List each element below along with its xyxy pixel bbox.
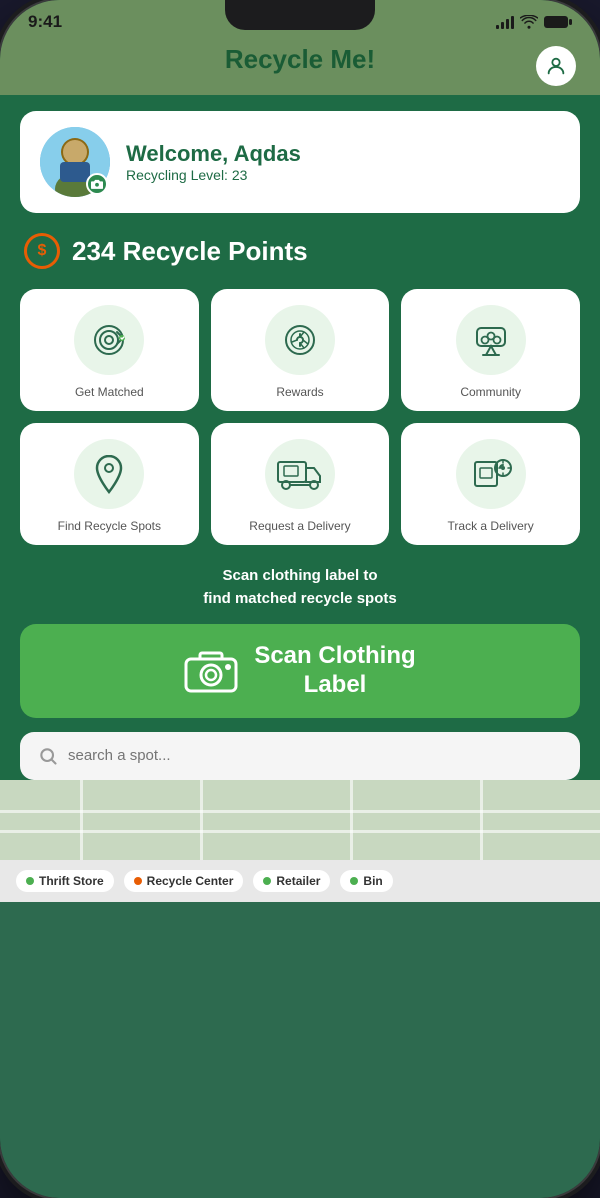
find-spots-icon-circle: [74, 439, 144, 509]
camera-scan-icon: [184, 649, 238, 693]
retailer-dot: [263, 877, 271, 885]
thrift-store-tag[interactable]: Thrift Store: [16, 870, 114, 892]
status-icons: [496, 15, 572, 29]
community-card[interactable]: Community: [401, 289, 580, 411]
get-matched-card[interactable]: Get Matched: [20, 289, 199, 411]
main-content: Welcome, Aqdas Recycling Level: 23 $ 234…: [0, 95, 600, 780]
community-icon: [469, 318, 513, 362]
retailer-tag[interactable]: Retailer: [253, 870, 330, 892]
fingerprint-icon: [87, 318, 131, 362]
delivery-icon-circle: [265, 439, 335, 509]
signal-icon: [496, 15, 514, 29]
camera-badge[interactable]: [86, 173, 108, 195]
rewards-icon-circle: [265, 305, 335, 375]
track-icon-circle: [456, 439, 526, 509]
find-recycle-spots-card[interactable]: Find Recycle Spots: [20, 423, 199, 545]
search-bar: [20, 732, 580, 780]
status-time: 9:41: [28, 12, 62, 32]
welcome-card: Welcome, Aqdas Recycling Level: 23: [20, 111, 580, 213]
phone-screen: 9:41: [0, 0, 600, 1198]
points-text: 234 Recycle Points: [72, 236, 308, 267]
grid-section-bottom: Find Recycle Spots Reque: [20, 423, 580, 545]
find-recycle-spots-label: Find Recycle Spots: [58, 519, 161, 533]
map-tags-bar: Thrift Store Recycle Center Retailer Bin: [0, 860, 600, 902]
truck-icon: [276, 456, 324, 492]
recycle-center-label: Recycle Center: [147, 874, 234, 888]
scan-description: Scan clothing label tofind matched recyc…: [20, 565, 580, 610]
scan-section: Scan clothing label tofind matched recyc…: [20, 565, 580, 718]
thrift-store-dot: [26, 877, 34, 885]
recycling-level: Recycling Level: 23: [126, 167, 301, 183]
grid-section-top: Get Matched Rewards: [20, 289, 580, 411]
bin-tag[interactable]: Bin: [340, 870, 392, 892]
points-icon: $: [24, 233, 60, 269]
points-section: $ 234 Recycle Points: [20, 233, 580, 269]
track-delivery-label: Track a Delivery: [448, 519, 534, 533]
app-title: Recycle Me!: [225, 44, 375, 75]
get-matched-icon-circle: [74, 305, 144, 375]
bin-dot: [350, 877, 358, 885]
wifi-icon: [520, 15, 538, 29]
request-delivery-label: Request a Delivery: [249, 519, 350, 533]
avatar-wrapper: [40, 127, 110, 197]
track-delivery-icon: [467, 452, 515, 496]
map-strip: [0, 780, 600, 860]
community-label: Community: [460, 385, 521, 399]
phone-frame: 9:41: [0, 0, 600, 1198]
profile-button[interactable]: [536, 46, 576, 86]
app-header: Recycle Me!: [0, 36, 600, 95]
get-matched-label: Get Matched: [75, 385, 144, 399]
recycle-center-tag[interactable]: Recycle Center: [124, 870, 244, 892]
person-icon: [545, 55, 567, 77]
battery-icon: [544, 15, 572, 29]
welcome-text: Welcome, Aqdas Recycling Level: 23: [126, 141, 301, 183]
track-delivery-card[interactable]: Track a Delivery: [401, 423, 580, 545]
rewards-icon: [278, 318, 322, 362]
search-input[interactable]: [68, 747, 562, 764]
welcome-greeting: Welcome, Aqdas: [126, 141, 301, 167]
community-icon-circle: [456, 305, 526, 375]
camera-icon: [91, 179, 103, 189]
retailer-label: Retailer: [276, 874, 320, 888]
scan-button-label: Scan ClothingLabel: [254, 642, 415, 700]
recycle-center-dot: [134, 877, 142, 885]
rewards-label: Rewards: [276, 385, 323, 399]
search-icon: [38, 746, 58, 766]
location-pin-icon: [89, 452, 129, 496]
thrift-store-label: Thrift Store: [39, 874, 104, 888]
bin-label: Bin: [363, 874, 382, 888]
scan-button[interactable]: Scan ClothingLabel: [20, 624, 580, 718]
notch: [225, 0, 375, 30]
rewards-card[interactable]: Rewards: [211, 289, 390, 411]
request-delivery-card[interactable]: Request a Delivery: [211, 423, 390, 545]
